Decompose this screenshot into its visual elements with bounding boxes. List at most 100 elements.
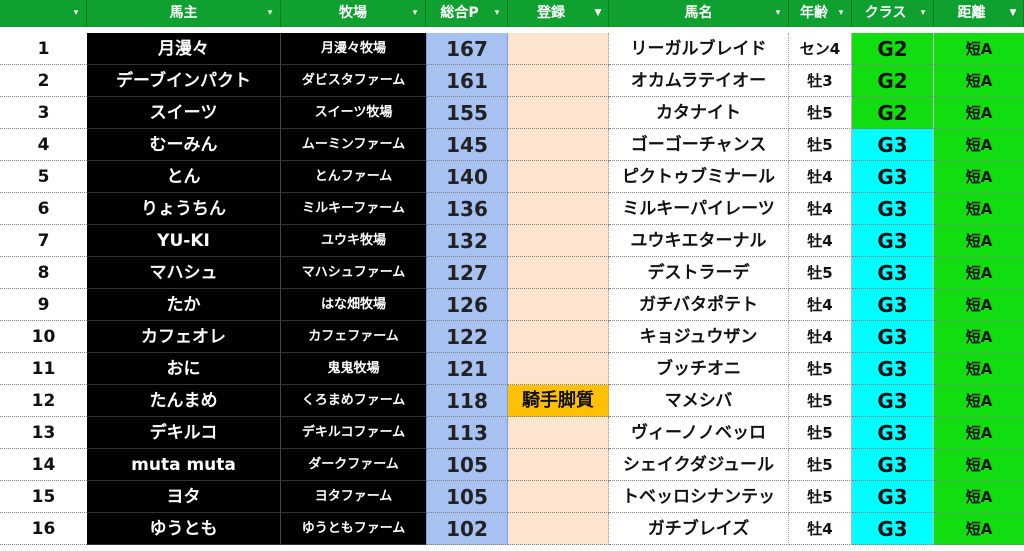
cell-rank[interactable]: 9 <box>0 289 87 321</box>
cell-distance[interactable]: 短A <box>934 449 1024 481</box>
cell-register[interactable] <box>508 225 609 257</box>
col-header-farm[interactable]: 牧場 ▾ <box>281 0 426 27</box>
col-header-distance[interactable]: 距離 ▼ <box>934 0 1024 27</box>
cell-register[interactable] <box>508 65 609 97</box>
cell-owner[interactable]: マハシュ <box>87 257 281 289</box>
cell-class[interactable]: G2 <box>852 97 934 129</box>
cell-rank[interactable]: 3 <box>0 97 87 129</box>
cell-points[interactable]: 132 <box>426 225 508 257</box>
cell-class[interactable]: G2 <box>852 33 934 65</box>
cell-farm[interactable]: はな畑牧場 <box>281 289 426 321</box>
cell-rank[interactable]: 2 <box>0 65 87 97</box>
cell-age[interactable]: 牡4 <box>789 289 852 321</box>
cell-class[interactable]: G3 <box>852 481 934 513</box>
cell-horse-name[interactable]: リーガルブレイド <box>609 33 789 65</box>
cell-points[interactable]: 167 <box>426 33 508 65</box>
cell-distance[interactable]: 短A <box>934 193 1024 225</box>
cell-points[interactable]: 121 <box>426 353 508 385</box>
cell-farm[interactable]: ムーミンファーム <box>281 129 426 161</box>
col-header-rank[interactable]: ▾ <box>0 0 87 27</box>
cell-horse-name[interactable]: カタナイト <box>609 97 789 129</box>
cell-farm[interactable]: 月漫々牧場 <box>281 33 426 65</box>
cell-class[interactable]: G3 <box>852 417 934 449</box>
cell-class[interactable]: G3 <box>852 193 934 225</box>
cell-farm[interactable]: 鬼鬼牧場 <box>281 353 426 385</box>
cell-age[interactable]: 牡5 <box>789 481 852 513</box>
filter-dropdown-icon[interactable]: ▾ <box>490 7 504 20</box>
cell-horse-name[interactable]: トベッロシナンテッ <box>609 481 789 513</box>
cell-rank[interactable]: 15 <box>0 481 87 513</box>
cell-distance[interactable]: 短A <box>934 65 1024 97</box>
cell-rank[interactable]: 11 <box>0 353 87 385</box>
cell-age[interactable]: 牡4 <box>789 225 852 257</box>
cell-horse-name[interactable]: ユウキエターナル <box>609 225 789 257</box>
cell-horse-name[interactable]: キョジュウザン <box>609 321 789 353</box>
cell-owner[interactable]: デーブインパクト <box>87 65 281 97</box>
cell-points[interactable]: 102 <box>426 513 508 545</box>
cell-distance[interactable]: 短A <box>934 129 1024 161</box>
cell-register[interactable] <box>508 513 609 545</box>
filter-dropdown-icon[interactable]: ▾ <box>834 7 848 20</box>
cell-horse-name[interactable]: ミルキーパイレーツ <box>609 193 789 225</box>
cell-class[interactable]: G3 <box>852 513 934 545</box>
cell-distance[interactable]: 短A <box>934 225 1024 257</box>
cell-age[interactable]: 牡5 <box>789 449 852 481</box>
cell-owner[interactable]: りょうちん <box>87 193 281 225</box>
cell-age[interactable]: 牡5 <box>789 385 852 417</box>
cell-rank[interactable]: 12 <box>0 385 87 417</box>
cell-rank[interactable]: 13 <box>0 417 87 449</box>
cell-horse-name[interactable]: ヴィーノノベッロ <box>609 417 789 449</box>
cell-distance[interactable]: 短A <box>934 353 1024 385</box>
cell-distance[interactable]: 短A <box>934 289 1024 321</box>
cell-farm[interactable]: デキルコファーム <box>281 417 426 449</box>
cell-register[interactable] <box>508 289 609 321</box>
cell-register[interactable] <box>508 417 609 449</box>
cell-farm[interactable]: とんファーム <box>281 161 426 193</box>
cell-age[interactable]: 牡5 <box>789 417 852 449</box>
cell-farm[interactable]: ヨタファーム <box>281 481 426 513</box>
filter-dropdown-icon[interactable]: ▾ <box>916 7 930 20</box>
cell-farm[interactable]: カフェファーム <box>281 321 426 353</box>
cell-class[interactable]: G3 <box>852 161 934 193</box>
cell-points[interactable]: 105 <box>426 449 508 481</box>
cell-register[interactable] <box>508 257 609 289</box>
cell-points[interactable]: 140 <box>426 161 508 193</box>
filter-dropdown-icon[interactable]: ▾ <box>408 7 422 20</box>
cell-age[interactable]: 牡4 <box>789 193 852 225</box>
cell-farm[interactable]: ユウキ牧場 <box>281 225 426 257</box>
cell-age[interactable]: セン4 <box>789 33 852 65</box>
filter-active-icon[interactable]: ▼ <box>1006 7 1020 20</box>
cell-points[interactable]: 105 <box>426 481 508 513</box>
cell-farm[interactable]: ミルキーファーム <box>281 193 426 225</box>
cell-rank[interactable]: 14 <box>0 449 87 481</box>
cell-register[interactable] <box>508 33 609 65</box>
cell-owner[interactable]: 月漫々 <box>87 33 281 65</box>
cell-owner[interactable]: YU-KI <box>87 225 281 257</box>
cell-owner[interactable]: たか <box>87 289 281 321</box>
cell-distance[interactable]: 短A <box>934 161 1024 193</box>
cell-horse-name[interactable]: オカムラテイオー <box>609 65 789 97</box>
cell-rank[interactable]: 6 <box>0 193 87 225</box>
cell-farm[interactable]: ゆうともファーム <box>281 513 426 545</box>
cell-register[interactable] <box>508 161 609 193</box>
cell-points[interactable]: 136 <box>426 193 508 225</box>
cell-age[interactable]: 牡4 <box>789 161 852 193</box>
cell-distance[interactable]: 短A <box>934 33 1024 65</box>
cell-points[interactable]: 118 <box>426 385 508 417</box>
cell-distance[interactable]: 短A <box>934 97 1024 129</box>
cell-class[interactable]: G3 <box>852 289 934 321</box>
cell-register[interactable] <box>508 129 609 161</box>
cell-class[interactable]: G3 <box>852 385 934 417</box>
cell-points[interactable]: 161 <box>426 65 508 97</box>
cell-owner[interactable]: おに <box>87 353 281 385</box>
cell-age[interactable]: 牡5 <box>789 257 852 289</box>
cell-distance[interactable]: 短A <box>934 417 1024 449</box>
cell-distance[interactable]: 短A <box>934 513 1024 545</box>
cell-owner[interactable]: スイーツ <box>87 97 281 129</box>
cell-register[interactable] <box>508 481 609 513</box>
cell-age[interactable]: 牡4 <box>789 321 852 353</box>
col-header-points[interactable]: 総合P ▾ <box>426 0 508 27</box>
cell-points[interactable]: 126 <box>426 289 508 321</box>
cell-owner[interactable]: デキルコ <box>87 417 281 449</box>
cell-farm[interactable]: くろまめファーム <box>281 385 426 417</box>
